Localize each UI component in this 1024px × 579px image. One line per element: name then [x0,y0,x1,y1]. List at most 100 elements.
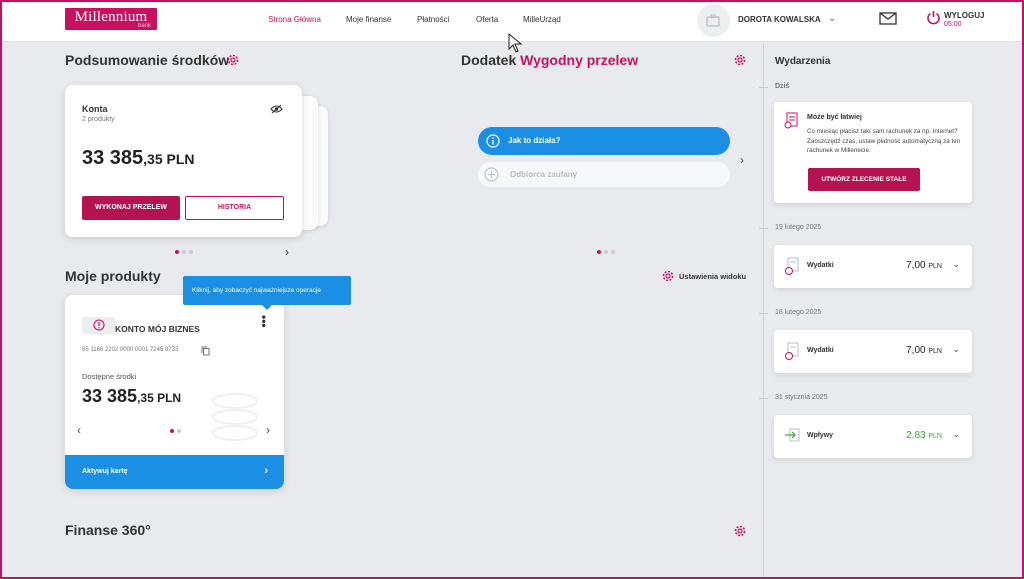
addon-pager[interactable] [597,250,615,254]
event-amount-value: 2,83 [906,430,926,441]
event-label: Wydatki [807,347,834,354]
addon-title-prefix: Dodatek [461,52,517,68]
app-frame: Millennium bank Strona Główna Moje finan… [0,0,1024,579]
operations-tooltip: Kliknij, aby zobaczyć najważniejsze oper… [183,276,351,310]
receipt-expense-icon [785,257,799,275]
event-amount: 2,83 PLN [906,430,942,441]
receipt-expense-icon [785,342,799,360]
event-currency: PLN [928,348,942,355]
mail-icon[interactable] [879,12,897,25]
how-it-works-label: Jak to działa? [508,136,561,145]
event-date: 19 lutego 2025 [775,224,822,231]
info-icon [486,134,500,148]
event-amount: 7,00 PLN [906,260,942,271]
briefcase-icon [706,14,720,27]
event-card-income[interactable]: Wpływy 2,83 PLN ⌄ [774,415,972,458]
total-balance-int: 33 385 [82,147,144,169]
mouse-cursor-icon [508,33,522,53]
event-date: 18 lutego 2025 [775,309,822,316]
event-currency: PLN [928,433,942,440]
addon-title: Dodatek Wygodny przelew [461,52,638,68]
create-standing-order-button[interactable]: UTWÓRZ ZLECENIE STAŁE [808,168,920,191]
expand-chevron-icon[interactable]: ⌄ [952,429,960,440]
account-number: 55 1160 2202 0000 0001 7245 8733 [82,347,179,353]
trusted-recipient-label: Odbiorca zaufany [510,170,578,179]
finance-360-title: Finanse 360° [65,522,151,538]
copy-icon[interactable] [201,346,210,356]
timeline-tick [759,228,768,229]
more-options-kebab-icon[interactable]: ••• [257,315,271,328]
accounts-card-title: Konta [82,104,108,114]
product-prev-arrow-icon[interactable]: ‹ [77,423,81,437]
timeline-tick [759,398,768,399]
bill-icon [784,112,798,129]
add-circle-icon [484,167,499,182]
millennium-logo[interactable]: Millennium bank [65,8,157,30]
activate-card-button[interactable]: Aktywuj kartę › [65,455,284,489]
event-date: 31 stycznia 2025 [775,394,828,401]
event-card-expense[interactable]: Wydatki 7,00 PLN ⌄ [774,330,972,373]
view-settings-gear-icon[interactable] [661,269,675,283]
event-label: Wpływy [807,432,834,439]
hide-balance-eye-icon[interactable] [270,104,283,114]
logo-sub: bank [137,23,151,29]
finance-settings-gear-icon[interactable] [733,524,747,538]
nav-payments[interactable]: Płatności [417,15,449,24]
expand-chevron-icon[interactable]: ⌄ [952,259,960,270]
total-balance-dec: ,35 PLN [143,151,195,167]
summary-settings-gear-icon[interactable] [226,53,240,67]
trusted-recipient-button[interactable]: Odbiorca zaufany [478,162,730,187]
user-menu-chevron-icon[interactable]: ⌄ [828,13,836,24]
product-next-arrow-icon[interactable]: › [266,423,270,437]
expand-chevron-icon[interactable]: ⌄ [952,344,960,355]
avatar[interactable] [697,4,730,37]
history-button[interactable]: HISTORIA [185,196,284,220]
coins-watermark-icon [212,393,258,441]
account-card-thumbnail [82,317,115,334]
nav-milleurzad[interactable]: MilleUrząd [523,15,561,24]
power-icon[interactable] [926,10,941,25]
nav-offer[interactable]: Oferta [476,15,498,24]
addon-title-highlight: Wygodny przelew [520,52,639,68]
timeline-line [763,44,764,577]
how-it-works-button[interactable]: Jak to działa? [478,127,730,155]
summary-pager[interactable] [175,250,193,254]
event-amount-value: 7,00 [906,345,926,356]
business-account-card[interactable]: KONTO MÓJ BIZNES ••• 55 1160 2202 0000 0… [65,295,284,489]
promo-card: Może być łatwiej Co miesiąc płacisz taki… [774,102,972,203]
product-pager[interactable] [170,429,181,433]
view-settings-link[interactable]: Ustawienia widoku [679,272,746,281]
addon-next-arrow-icon[interactable]: › [740,153,744,167]
event-label: Wydatki [807,262,834,269]
available-balance-int: 33 385 [82,386,138,406]
activate-card-chevron-icon: › [264,465,268,477]
today-label: Dziś [775,83,790,90]
accounts-card: Konta 2 produkty 33 385,35 PLN WYKONAJ P… [65,85,302,237]
accounts-card-subtitle: 2 produkty [82,116,115,123]
available-funds-label: Dostępne środki [82,372,137,381]
account-name: KONTO MÓJ BIZNES [115,324,200,334]
event-amount: 7,00 PLN [906,345,942,356]
user-name[interactable]: DOROTA KOWALSKA [738,15,821,24]
promo-title: Może być łatwiej [807,114,862,121]
nav-my-finance[interactable]: Moje finanse [346,15,391,24]
tooltip-text: Kliknij, aby zobaczyć najważniejsze oper… [192,287,321,294]
events-title: Wydarzenia [775,56,831,67]
total-balance: 33 385,35 PLN [82,147,195,170]
timeline-tick [759,87,768,88]
addon-settings-gear-icon[interactable] [733,53,747,67]
summary-next-arrow-icon[interactable]: › [285,245,289,259]
make-transfer-button[interactable]: WYKONAJ PRZELEW [82,196,180,220]
nav-home[interactable]: Strona Główna [268,15,321,24]
alert-icon [93,319,105,331]
logout-button[interactable]: WYLOGUJ [944,11,984,20]
timeline-tick [759,313,768,314]
activate-card-label: Aktywuj kartę [82,468,128,475]
summary-title: Podsumowanie środków [65,52,230,68]
available-balance: 33 385,35 PLN [82,386,181,407]
income-arrow-icon [785,428,800,442]
available-balance-dec: ,35 PLN [137,391,182,405]
event-amount-value: 7,00 [906,260,926,271]
session-timer: 05:00 [944,21,962,28]
event-card-expense[interactable]: Wydatki 7,00 PLN ⌄ [774,245,972,288]
